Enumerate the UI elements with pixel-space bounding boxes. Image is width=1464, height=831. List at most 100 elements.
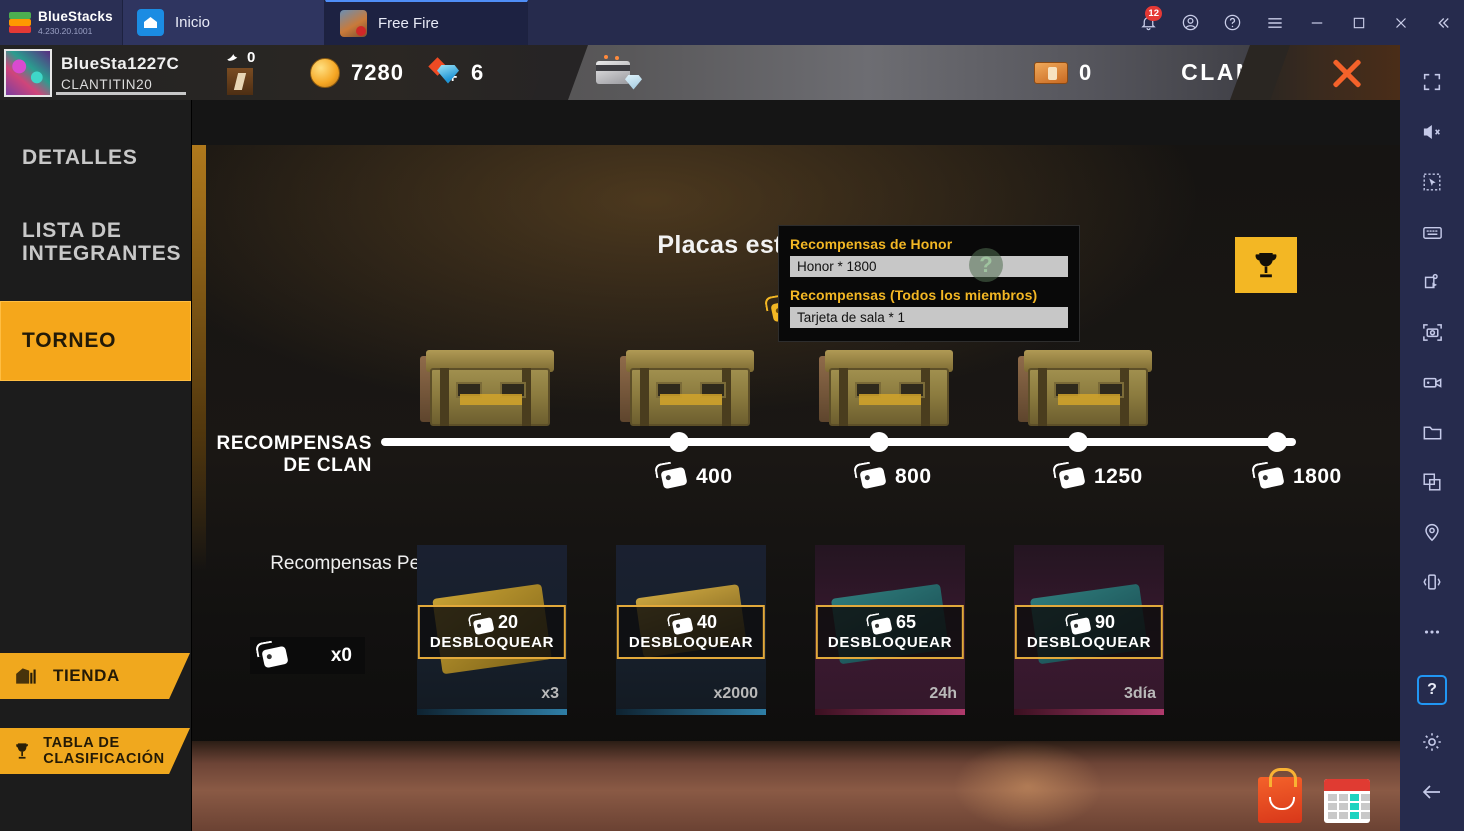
screenshot-icon[interactable] xyxy=(1409,309,1455,355)
tickets-counter[interactable]: 0 xyxy=(1034,45,1092,100)
unlock-button-1[interactable]: 20 DESBLOQUEAR xyxy=(417,605,567,659)
macro-play-icon[interactable] xyxy=(1409,259,1455,305)
milestone-4-value: 1800 xyxy=(1293,464,1342,488)
badge-tag-icon xyxy=(1064,613,1092,636)
badge-tag-icon xyxy=(467,613,495,636)
stage-floor xyxy=(192,741,1400,831)
fullscreen-icon[interactable] xyxy=(1409,59,1455,105)
sidebar-item-lista-de-integrantes[interactable]: LISTA DE INTEGRANTES xyxy=(0,203,191,283)
sidebar-item-torneo[interactable]: TORNEO xyxy=(0,301,191,381)
milestone-3: 1250 xyxy=(1051,461,1143,490)
milestone-1: 400 xyxy=(653,461,733,490)
minimize-button[interactable] xyxy=(1297,0,1336,45)
account-button[interactable] xyxy=(1171,0,1210,45)
reward-card-2[interactable]: 40 DESBLOQUEAR x2000 xyxy=(616,545,766,715)
sidebar-item-detalles[interactable]: DETALLES xyxy=(0,125,191,191)
shake-icon[interactable] xyxy=(1409,559,1455,605)
multi-instance-icon[interactable] xyxy=(1409,459,1455,505)
more-icon[interactable] xyxy=(1409,609,1455,655)
cursor-select-icon[interactable] xyxy=(1409,159,1455,205)
trophy-icon xyxy=(16,743,29,759)
brand-name: BlueStacks xyxy=(38,9,113,25)
tooltip-members-value: Tarjeta de sala * 1 xyxy=(790,307,1068,328)
player-rank: 0 xyxy=(225,49,255,95)
badge-tag-icon xyxy=(653,461,689,490)
unlock-label-3: DESBLOQUEAR xyxy=(827,634,953,651)
question-mark-icon[interactable]: ? xyxy=(969,248,1003,282)
close-button[interactable] xyxy=(1381,0,1420,45)
tab-free-fire[interactable]: Free Fire xyxy=(325,0,528,45)
card-footer-bar xyxy=(815,709,965,715)
rank-wing-icon xyxy=(227,53,238,61)
reward-qty-1: x3 xyxy=(541,685,559,702)
reward-card-1[interactable]: 20 DESBLOQUEAR x3 xyxy=(417,545,567,715)
mute-icon[interactable] xyxy=(1409,109,1455,155)
help-icon[interactable]: ? xyxy=(1417,675,1447,705)
free-fire-icon xyxy=(340,10,367,37)
record-video-icon[interactable] xyxy=(1409,359,1455,405)
player-name: BlueSta1227C xyxy=(61,53,180,73)
ticket-icon xyxy=(1034,61,1068,84)
reward-card-3[interactable]: 65 DESBLOQUEAR 24h xyxy=(815,545,965,715)
unlock-button-4[interactable]: 90 DESBLOQUEAR xyxy=(1014,605,1164,659)
badge-tag-icon xyxy=(865,613,893,636)
settings-icon[interactable] xyxy=(1409,719,1455,765)
unlock-button-3[interactable]: 65 DESBLOQUEAR xyxy=(815,605,965,659)
reward-card-4[interactable]: 90 DESBLOQUEAR 3día xyxy=(1014,545,1164,715)
unlock-amount-3: 65 xyxy=(895,612,917,632)
back-icon[interactable] xyxy=(1409,769,1455,815)
notifications-badge: 12 xyxy=(1145,6,1162,21)
tournament-stage: Placas esta temporada 0 ? Recompensas de… xyxy=(192,145,1400,831)
player-progress-bar xyxy=(56,92,186,95)
diamonds-counter[interactable]: + 6 xyxy=(430,45,484,100)
milestone-2: 800 xyxy=(852,461,932,490)
topup-button[interactable] xyxy=(596,45,642,100)
leaderboard-button[interactable]: TABLA DE CLASIFICACIÓN xyxy=(0,728,190,774)
clan-progress-bar[interactable] xyxy=(381,432,1296,452)
avatar xyxy=(4,48,52,97)
badge-tag-icon xyxy=(666,613,694,636)
help-button[interactable] xyxy=(1213,0,1252,45)
menu-button[interactable] xyxy=(1255,0,1294,45)
reward-qty-4: 3día xyxy=(1123,685,1156,702)
keyboard-icon[interactable] xyxy=(1409,209,1455,255)
crate-4 xyxy=(1018,350,1152,428)
milestone-knob-4[interactable] xyxy=(1267,432,1287,452)
coins-counter[interactable]: 7280 xyxy=(310,45,404,100)
shop-button[interactable]: TIENDA xyxy=(0,653,190,699)
sidebar-item-lista-label: LISTA DE INTEGRANTES xyxy=(22,219,182,265)
milestone-1-value: 400 xyxy=(696,464,733,488)
crate-3 xyxy=(819,350,953,428)
location-icon[interactable] xyxy=(1409,509,1455,555)
calendar-icon[interactable] xyxy=(1324,779,1370,823)
card-footer-bar xyxy=(1014,709,1164,715)
badge-tag-icon xyxy=(852,461,888,490)
clan-rewards-label: RECOMPENSAS DE CLAN xyxy=(216,433,372,476)
system-buttons: 12 xyxy=(1129,0,1464,45)
honor-rewards-tooltip: ? Recompensas de Honor Honor * 1800 Reco… xyxy=(778,225,1080,342)
milestone-knob-2[interactable] xyxy=(869,432,889,452)
tab-inicio[interactable]: Inicio xyxy=(122,0,325,45)
card-footer-bar xyxy=(417,709,567,715)
bluestacks-titlebar: BlueStacks 4.230.20.1001 Inicio Free Fir… xyxy=(0,0,1464,45)
close-clan-button[interactable] xyxy=(1260,45,1400,100)
collapse-sidebar-button[interactable] xyxy=(1423,0,1462,45)
close-icon xyxy=(1329,55,1365,91)
unlock-label-2: DESBLOQUEAR xyxy=(628,634,754,651)
bluestacks-brand: BlueStacks 4.230.20.1001 xyxy=(0,0,122,45)
shop-label: TIENDA xyxy=(53,666,120,685)
card-footer-bar xyxy=(616,709,766,715)
milestone-knob-3[interactable] xyxy=(1068,432,1088,452)
milestone-4: 1800 xyxy=(1250,461,1342,490)
maximize-button[interactable] xyxy=(1339,0,1378,45)
folder-icon[interactable] xyxy=(1409,409,1455,455)
badge-tag-icon xyxy=(1250,461,1286,490)
notifications-button[interactable]: 12 xyxy=(1129,0,1168,45)
rank-value: 0 xyxy=(247,49,256,66)
bluestacks-logo-icon xyxy=(9,11,31,34)
unlock-button-2[interactable]: 40 DESBLOQUEAR xyxy=(616,605,766,659)
shopping-bag-icon[interactable] xyxy=(1258,768,1302,823)
tooltip-honor-value: Honor * 1800 xyxy=(790,256,1068,277)
trophy-button[interactable] xyxy=(1235,237,1297,293)
milestone-knob-1[interactable] xyxy=(669,432,689,452)
